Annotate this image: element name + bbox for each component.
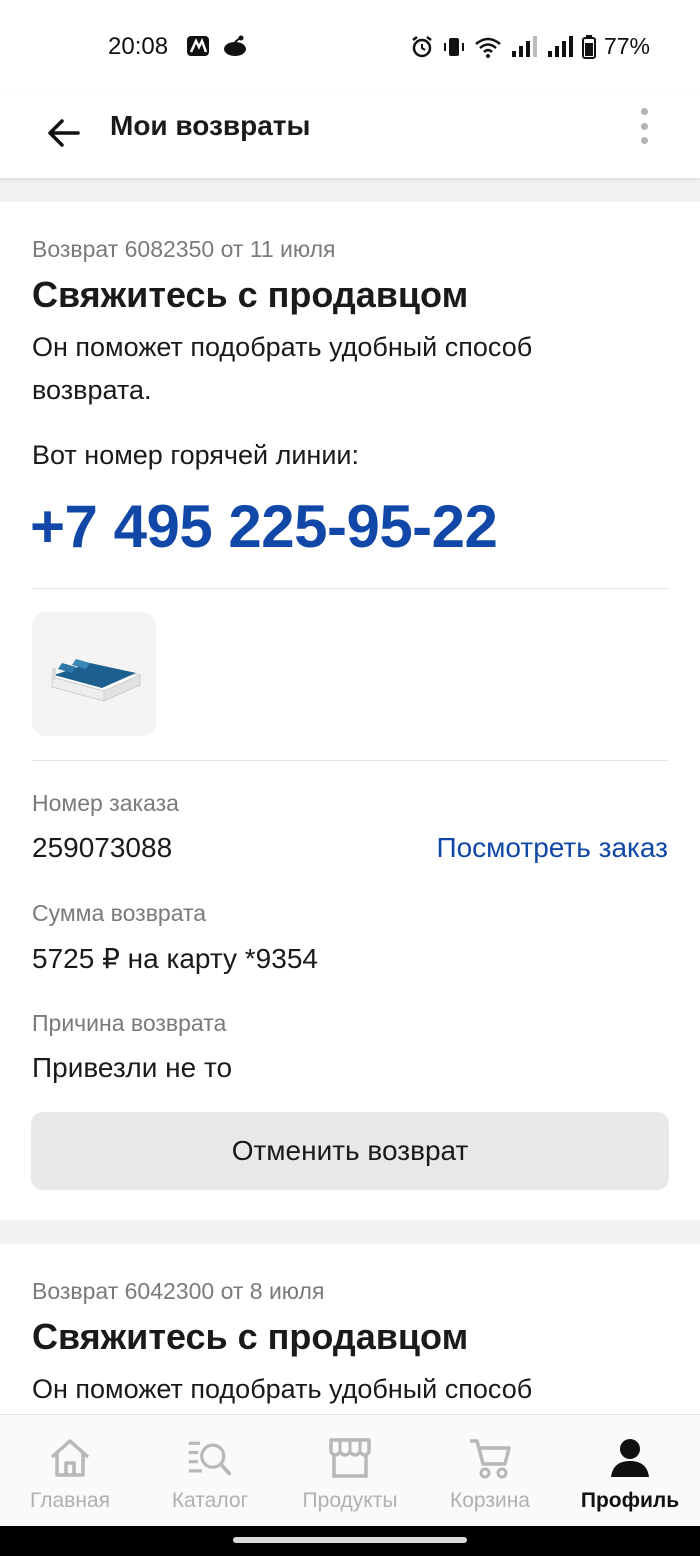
order-number-label: Номер заказа (32, 790, 179, 816)
battery-level: 77% (603, 33, 650, 59)
return-card: Возврат 6082350 от 11 июля Свяжитесь с п… (0, 202, 700, 1220)
page-title: Мои возвраты (110, 110, 311, 141)
nav-label: Корзина (450, 1489, 530, 1512)
nav-item-cart[interactable]: Корзина (420, 1415, 560, 1513)
back-button[interactable] (40, 110, 86, 156)
store-icon (327, 1435, 373, 1481)
nav-item-home[interactable]: Главная (0, 1415, 140, 1513)
vibrate-icon (443, 37, 464, 56)
order-number-value: 259073088 (32, 832, 173, 863)
refund-amount-value: 5725 ₽ на карту *9354 (32, 943, 318, 974)
more-options-button[interactable] (634, 108, 654, 144)
status-bar: 20:08 77% (0, 0, 700, 92)
nav-label: Профиль (580, 1489, 680, 1512)
wifi-icon (475, 37, 501, 58)
nav-label: Каталог (171, 1489, 249, 1512)
returns-list[interactable]: Возврат 6082350 от 11 июля Свяжитесь с п… (0, 178, 700, 1414)
cart-icon (467, 1435, 513, 1481)
catalog-search-icon (187, 1435, 233, 1481)
home-icon (47, 1435, 93, 1481)
view-order-link[interactable]: Посмотреть заказ (436, 832, 668, 864)
nav-item-products[interactable]: Продукты (280, 1415, 420, 1513)
refund-amount-label: Сумма возврата (32, 900, 207, 926)
return-status-heading: Свяжитесь с продавцом (32, 1316, 469, 1357)
hotline-label: Вот номер горячей линии: (32, 440, 360, 470)
more-dot-icon (640, 122, 648, 130)
battery-icon (581, 34, 596, 59)
more-dot-icon (640, 108, 648, 115)
return-instruction: Он поможет подобрать удобный способ возв… (32, 332, 533, 405)
notification-icons (186, 34, 248, 58)
bed-image (50, 659, 142, 702)
more-dot-icon (640, 137, 648, 144)
hotline-phone-link[interactable]: +7 495 225-95-22 (30, 492, 498, 561)
product-thumbnail[interactable] (32, 612, 156, 736)
gesture-bar (0, 1526, 700, 1556)
divider (32, 760, 668, 761)
alarm-icon (412, 35, 432, 57)
divider (32, 588, 668, 589)
arrow-left-icon (48, 119, 80, 147)
return-instruction: Он поможет подобрать удобный способ (32, 1374, 533, 1404)
reddit-icon (224, 35, 246, 56)
signal-icon (511, 35, 537, 57)
app-notification-icon (187, 36, 209, 56)
return-reason-label: Причина возврата (32, 1010, 227, 1036)
status-time: 20:08 (108, 33, 169, 60)
nav-label: Главная (30, 1489, 110, 1512)
return-meta: Возврат 6042300 от 8 июля (32, 1278, 325, 1304)
signal-2-icon (547, 35, 573, 57)
return-reason-value: Привезли не то (32, 1052, 233, 1083)
nav-item-catalog[interactable]: Каталог (140, 1415, 280, 1513)
cancel-return-button[interactable]: Отменить возврат (31, 1112, 669, 1190)
return-meta: Возврат 6082350 от 11 июля (32, 236, 336, 262)
home-gesture-handle[interactable] (233, 1537, 467, 1543)
profile-icon (607, 1435, 653, 1481)
nav-label: Продукты (302, 1489, 398, 1512)
bottom-navigation: Главная Каталог Продукты Корзина Профиль (0, 1414, 700, 1526)
system-icons: 77% (410, 33, 650, 60)
app-bar: Мои возвраты (0, 92, 700, 178)
nav-item-profile[interactable]: Профиль (560, 1415, 700, 1513)
return-status-heading: Свяжитесь с продавцом (32, 274, 469, 315)
return-card: Возврат 6042300 от 8 июля Свяжитесь с пр… (0, 1244, 700, 1414)
